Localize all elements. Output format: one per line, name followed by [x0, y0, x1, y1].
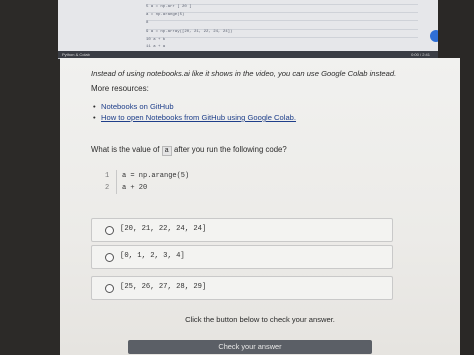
video-code-rule	[146, 37, 418, 38]
video-control-bar[interactable]: Python & Colab 0:00 / 2:41	[58, 51, 438, 58]
resources-heading: More resources:	[91, 84, 149, 93]
monitor-bezel-left	[0, 0, 60, 355]
video-code-line: 11 a + a	[146, 45, 166, 49]
list-item: • How to open Notebooks from GitHub usin…	[93, 112, 296, 123]
question-text: What is the value of a after you run the…	[91, 145, 287, 156]
video-code-line: 9 a = np.array([20, 21, 22, 24, 24])	[146, 30, 233, 34]
video-code-line: 10 a + b	[146, 38, 166, 42]
line-number: 2	[105, 184, 110, 192]
question-suffix: after you run the following code?	[174, 145, 287, 154]
video-time: 0:00 / 2:41	[411, 52, 430, 57]
radio-button[interactable]	[105, 253, 114, 262]
list-item: • Notebooks on GitHub	[93, 101, 296, 112]
video-code-line: 8	[146, 21, 149, 25]
inline-code-variable: a	[161, 146, 172, 156]
monitor-bezel-right	[460, 0, 474, 355]
question-prefix: What is the value of	[91, 145, 160, 154]
resources-list: • Notebooks on GitHub • How to open Note…	[93, 101, 296, 123]
code-line: 2 a + 20	[100, 182, 300, 194]
line-number: 1	[105, 172, 110, 180]
code-text: a = np.arange(5)	[122, 172, 190, 180]
video-code-rule	[146, 20, 418, 21]
link-open-notebooks-colab[interactable]: How to open Notebooks from GitHub using …	[101, 113, 296, 122]
video-title: Python & Colab	[62, 52, 90, 57]
code-text: a + 20	[122, 184, 148, 192]
answer-option-text: [25, 26, 27, 28, 29]	[120, 283, 207, 291]
video-player[interactable]: 5 a = np.arr [ 20 ] a = np.arange(5) 8 9…	[58, 0, 438, 59]
answer-option-text: [0, 1, 2, 3, 4]	[120, 252, 185, 260]
video-code-rule	[146, 12, 418, 13]
answer-option-3[interactable]: [25, 26, 27, 28, 29]	[91, 276, 393, 300]
answer-option-1[interactable]: [20, 21, 22, 24, 24]	[91, 218, 393, 242]
check-answer-button[interactable]: Check your answer	[128, 340, 372, 354]
radio-button[interactable]	[105, 284, 114, 293]
colab-note: Instead of using notebooks.ai like it sh…	[91, 69, 397, 78]
answer-option-text: [20, 21, 22, 24, 24]	[120, 225, 207, 233]
link-notebooks-github[interactable]: Notebooks on GitHub	[101, 102, 174, 111]
bullet-icon: •	[93, 102, 96, 111]
radio-button[interactable]	[105, 226, 114, 235]
check-answer-prompt: Click the button below to check your ans…	[185, 315, 335, 324]
video-code-line: 5 a = np.arr [ 20 ]	[146, 5, 192, 9]
video-code-line: a = np.arange(5)	[146, 13, 185, 17]
answer-option-2[interactable]: [0, 1, 2, 3, 4]	[91, 245, 393, 269]
bullet-icon: •	[93, 113, 96, 122]
code-block: 1 a = np.arange(5) 2 a + 20	[100, 170, 300, 194]
code-line: 1 a = np.arange(5)	[100, 170, 300, 182]
lesson-page: Instead of using notebooks.ai like it sh…	[60, 58, 460, 355]
video-cursor-dot-icon	[430, 30, 438, 42]
